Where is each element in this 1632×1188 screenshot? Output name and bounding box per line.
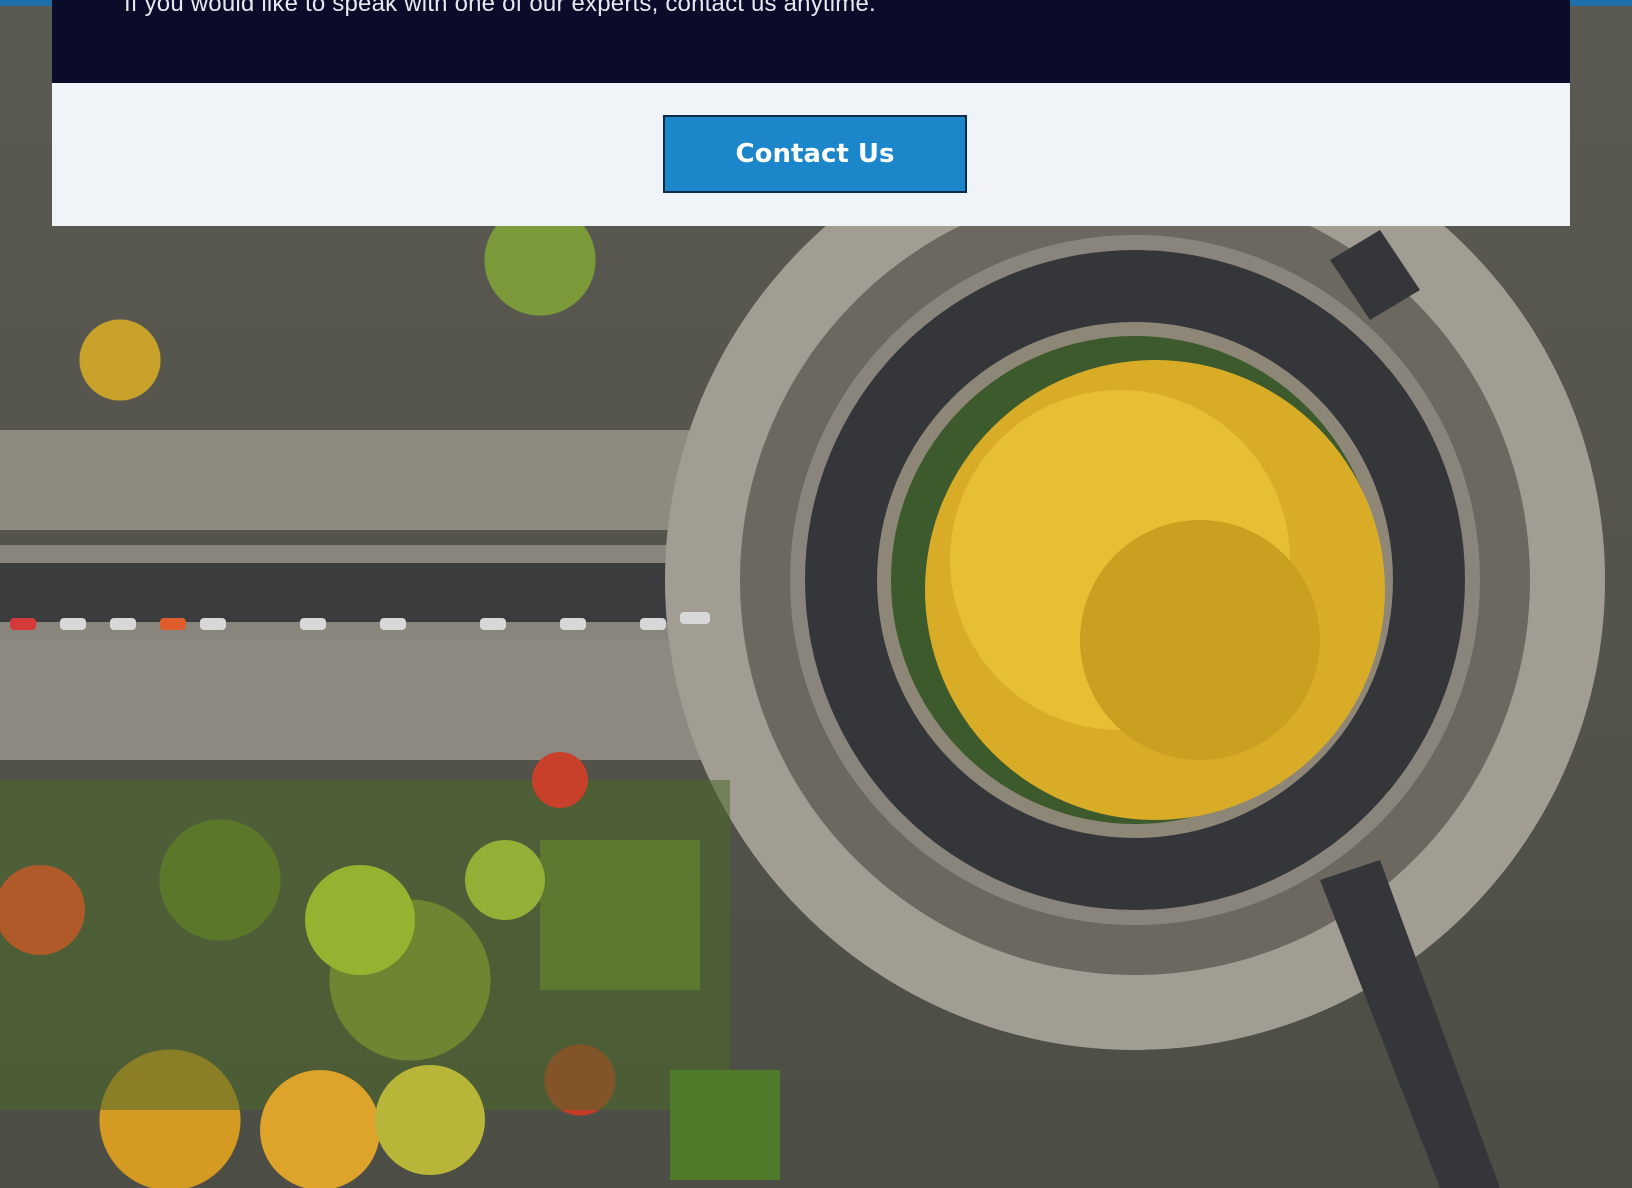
contact-banner: If you would like to speak with one of o… (52, 0, 1570, 83)
contact-card: If you would like to speak with one of o… (52, 0, 1570, 226)
contact-button-panel: Contact Us (52, 83, 1570, 226)
contact-message: If you would like to speak with one of o… (124, 0, 876, 17)
contact-us-button[interactable]: Contact Us (663, 115, 967, 193)
